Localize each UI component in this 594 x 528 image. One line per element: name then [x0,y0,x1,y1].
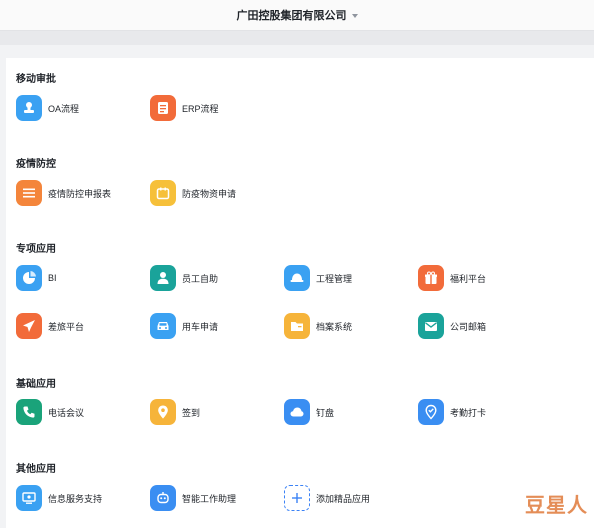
app-engineering-management[interactable]: 工程管理 [284,265,352,291]
gift-icon [418,265,444,291]
section-title-other-apps: 其他应用 [16,464,56,475]
add-app-button[interactable]: 添加精品应用 [284,485,370,511]
app-label: 工程管理 [316,273,353,284]
org-name[interactable]: 广田控股集团有限公司 [237,7,347,23]
app-label: BI [48,273,57,283]
helmet-icon [284,265,310,291]
app-label: 智能工作助理 [182,493,237,504]
plus-icon [284,485,310,511]
app-label: 员工自助 [182,273,219,284]
app-ding-drive[interactable]: 钉盘 [284,399,334,425]
app-epidemic-report[interactable]: 疫情防控申报表 [16,180,111,206]
form-lines-icon [16,180,42,206]
check-pin-icon [418,399,444,425]
app-label: 钉盘 [316,407,335,418]
app-attendance[interactable]: 考勤打卡 [418,399,486,425]
app-company-mail[interactable]: 公司邮箱 [418,313,486,339]
app-erp-flow[interactable]: ERP流程 [150,95,219,121]
app-label: 电话会议 [48,407,85,418]
app-bi[interactable]: BI [16,265,57,291]
robot-icon [150,485,176,511]
app-oa-flow[interactable]: OA流程 [16,95,79,121]
pie-chart-icon [16,265,42,291]
app-label: OA流程 [48,103,80,114]
app-label: ERP流程 [182,103,219,114]
watermark-text: 豆星人 [525,493,588,517]
monitor-icon [16,485,42,511]
folder-icon [284,313,310,339]
app-info-service-support[interactable]: 信息服务支持 [16,485,102,511]
section-title-special-apps: 专项应用 [16,244,56,255]
sub-bar [0,31,594,45]
app-label: 添加精品应用 [316,493,371,504]
workbench-panel: 移动审批 OA流程 ERP流程 疫情防控 疫情防控申报表 防疫物资申请 专项应用… [6,58,594,528]
app-travel-platform[interactable]: 差旅平台 [16,313,84,339]
app-employee-self-service[interactable]: 员工自助 [150,265,218,291]
document-list-icon [150,95,176,121]
car-icon [150,313,176,339]
stamp-icon [16,95,42,121]
app-label: 档案系统 [316,321,353,332]
app-label: 疫情防控申报表 [48,188,112,199]
app-check-in[interactable]: 签到 [150,399,200,425]
app-label: 公司邮箱 [450,321,487,332]
person-icon [150,265,176,291]
cloud-icon [284,399,310,425]
app-label: 信息服务支持 [48,493,103,504]
app-label: 考勤打卡 [450,407,487,418]
app-conference-call[interactable]: 电话会议 [16,399,84,425]
section-title-basic-apps: 基础应用 [16,379,56,390]
app-smart-assistant[interactable]: 智能工作助理 [150,485,236,511]
app-label: 差旅平台 [48,321,85,332]
chevron-down-icon[interactable] [351,14,358,18]
app-label: 福利平台 [450,273,487,284]
section-title-epidemic: 疫情防控 [16,159,56,170]
section-title-mobile-approval: 移动审批 [16,74,56,85]
phone-icon [16,399,42,425]
header-bar: 广田控股集团有限公司 [0,0,594,31]
app-supplies-request[interactable]: 防疫物资申请 [150,180,236,206]
app-welfare-platform[interactable]: 福利平台 [418,265,486,291]
app-archive-system[interactable]: 档案系统 [284,313,352,339]
app-label: 防疫物资申请 [182,188,237,199]
location-pin-icon [150,399,176,425]
app-label: 用车申请 [182,321,219,332]
mail-icon [418,313,444,339]
app-vehicle-request[interactable]: 用车申请 [150,313,218,339]
watermark: 豆星人 [525,489,588,518]
calendar-box-icon [150,180,176,206]
app-label: 签到 [182,407,201,418]
airplane-icon [16,313,42,339]
